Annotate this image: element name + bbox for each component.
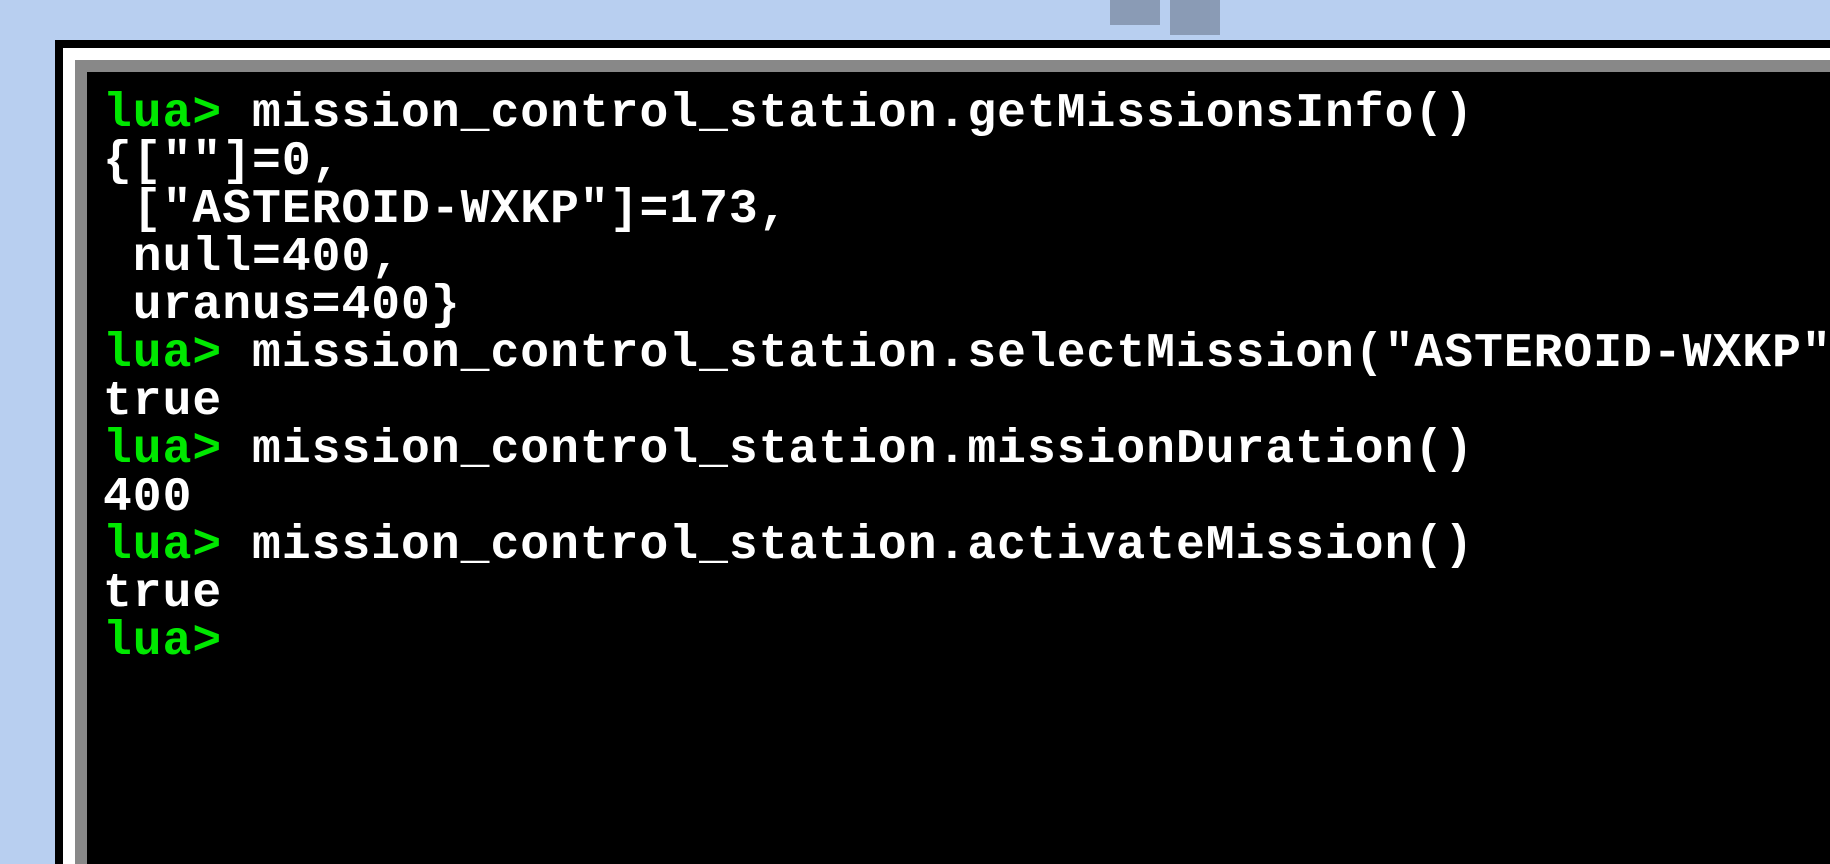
terminal-area[interactable]: lua> mission_control_station.getMissions… bbox=[87, 72, 1830, 864]
terminal-line-output: null=400, bbox=[103, 234, 1814, 282]
command-text: mission_control_station.activateMission(… bbox=[222, 519, 1474, 573]
terminal-window-frame: lua> mission_control_station.getMissions… bbox=[55, 40, 1830, 864]
command-input-area[interactable] bbox=[222, 615, 252, 669]
command-text: mission_control_station.selectMission("A… bbox=[222, 327, 1830, 381]
lua-prompt: lua> bbox=[103, 87, 222, 141]
terminal-line-output: uranus=400} bbox=[103, 282, 1814, 330]
pixel-decoration bbox=[1110, 0, 1250, 40]
terminal-line-command: lua> mission_control_station.activateMis… bbox=[103, 522, 1814, 570]
lua-prompt: lua> bbox=[103, 615, 222, 669]
lua-prompt: lua> bbox=[103, 423, 222, 477]
lua-prompt: lua> bbox=[103, 327, 222, 381]
lua-prompt: lua> bbox=[103, 519, 222, 573]
terminal-line-output: {[""]=0, bbox=[103, 138, 1814, 186]
terminal-line-output: true bbox=[103, 378, 1814, 426]
command-text: mission_control_station.missionDuration(… bbox=[222, 423, 1474, 477]
terminal-line-output: true bbox=[103, 570, 1814, 618]
terminal-line-command: lua> mission_control_station.selectMissi… bbox=[103, 330, 1814, 378]
terminal-line-prompt[interactable]: lua> bbox=[103, 618, 1814, 666]
terminal-line-command: lua> mission_control_station.missionDura… bbox=[103, 426, 1814, 474]
command-text: mission_control_station.getMissionsInfo(… bbox=[222, 87, 1474, 141]
terminal-line-command: lua> mission_control_station.getMissions… bbox=[103, 90, 1814, 138]
terminal-line-output: 400 bbox=[103, 474, 1814, 522]
terminal-window-inner: lua> mission_control_station.getMissions… bbox=[75, 60, 1830, 864]
terminal-line-output: ["ASTEROID-WXKP"]=173, bbox=[103, 186, 1814, 234]
